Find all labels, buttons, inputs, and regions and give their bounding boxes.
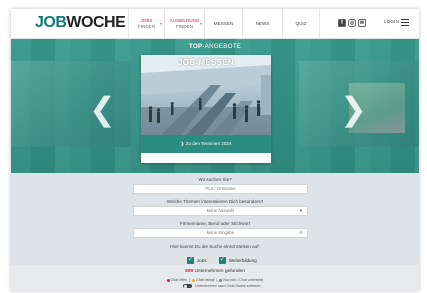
weiterbildung-checkbox[interactable]: ✓ Weiterbildung <box>218 257 257 264</box>
offer-card-link[interactable]: ❯ Zu den Terminen 2024 <box>141 135 271 153</box>
legend-item: Chat offen <box>170 278 188 282</box>
legend-item: Chat belegt <box>196 278 215 282</box>
offer-card[interactable]: JOB-MESSEN ❯ Zu den Terminen 2024 <box>141 55 271 163</box>
chevron-down-icon: ▾ <box>159 21 162 26</box>
location-input[interactable]: PLZ / Ortsname <box>133 184 308 194</box>
keyword-input-placeholder: keine Eingabe <box>206 230 235 235</box>
nav-jobs-finden[interactable]: JOBS FINDEN ▾ <box>128 9 164 39</box>
logo-woche: WOCHE <box>66 14 126 31</box>
nav-quiz[interactable]: QUIZ <box>282 9 320 39</box>
results-bar: 609 Unternehmen gefunden Chat offen | Ch… <box>11 265 419 291</box>
nav-label: NEWS <box>255 21 270 27</box>
keyword-label: Firmenname, Beruf oder Stichwort <box>180 221 250 226</box>
sort-by-chat-status: Unternehmen nach Chat-Status sortieren <box>183 284 261 288</box>
section-title: TOP-ANGEBOTE <box>11 43 419 50</box>
offer-card-title: JOB-MESSEN <box>178 58 234 67</box>
results-count: 609 Unternehmen gefunden <box>11 269 419 274</box>
hamburger-menu-icon[interactable] <box>401 19 409 26</box>
nav-messen[interactable]: MESSEN <box>204 9 242 39</box>
nav-news[interactable]: NEWS <box>242 9 282 39</box>
filter-label: Hier kannst Du die Suche einschränken au… <box>170 244 260 249</box>
filter-checkboxes: ✓ Jobs ✓ Weiterbildung <box>187 257 257 264</box>
weiterbildung-checkbox-label: Weiterbildung <box>228 258 257 263</box>
mail-icon[interactable]: ✉ <box>358 19 366 27</box>
page: JOBWOCHE JOBS FINDEN ▾ AUSBILDUNG FINDEN… <box>11 9 419 291</box>
nav-ausbildung-finden[interactable]: AUSBILDUNG FINDEN ▾ <box>164 9 204 39</box>
status-dot-red-icon <box>166 278 170 282</box>
jobs-checkbox-label: Jobs <box>197 258 207 263</box>
logo-job: JOB <box>35 14 67 31</box>
nav-sublabel: FINDEN <box>175 24 194 29</box>
sort-toggle[interactable] <box>183 284 192 288</box>
nav-sublabel: FINDEN <box>137 24 156 29</box>
main-nav: JOBS FINDEN ▾ AUSBILDUNG FINDEN ▾ MESSEN… <box>128 9 320 39</box>
social-links: f ◎ ✉ <box>338 19 366 27</box>
chevron-down-icon: ▾ <box>199 21 202 26</box>
nav-label: QUIZ <box>295 21 307 27</box>
topics-select[interactable]: keine Auswahl ▼ <box>133 206 308 216</box>
search-panel: Wo suchen Sie? PLZ / Ortsname Welche The… <box>11 173 419 265</box>
chevron-down-icon: ▼ <box>299 208 303 213</box>
jobs-checkbox[interactable]: ✓ Jobs <box>187 257 207 264</box>
title-bold: TOP <box>188 43 203 50</box>
sort-toggle-label: Unternehmen nach Chat-Status sortieren <box>195 284 261 288</box>
checkmark-icon: ✓ <box>187 257 194 264</box>
carousel-next-arrow-icon[interactable]: ❯ <box>340 93 367 125</box>
results-count-number: 609 <box>185 269 194 274</box>
legend-item: Nur Info / Chat unbesetzt <box>223 278 264 282</box>
logo[interactable]: JOBWOCHE <box>35 14 126 32</box>
offer-card-image: JOB-MESSEN <box>141 55 271 135</box>
top-offers-carousel: TOP-ANGEBOTE ❮ ❯ JOB-MESSEN ❯ Zu den Ter… <box>11 39 419 173</box>
instagram-icon[interactable]: ◎ <box>348 19 356 27</box>
checkmark-icon: ✓ <box>218 257 226 264</box>
keyword-input[interactable]: keine Eingabe ⊗ <box>133 228 308 238</box>
nav-label: MESSEN <box>213 21 234 27</box>
status-dot-grey-icon <box>219 278 223 282</box>
site-header: JOBWOCHE JOBS FINDEN ▾ AUSBILDUNG FINDEN… <box>11 9 419 39</box>
chat-status-legend: Chat offen | Chat belegt | Nur Info / Ch… <box>11 278 419 282</box>
location-label: Wo suchen Sie? <box>198 177 232 182</box>
carousel-prev-arrow-icon[interactable]: ❮ <box>89 93 116 125</box>
facebook-icon[interactable]: f <box>338 19 346 27</box>
clear-icon[interactable]: ⊗ <box>299 229 303 237</box>
topics-select-value: keine Auswahl <box>206 208 235 213</box>
status-dot-yellow-icon <box>192 278 196 282</box>
topics-label: Welche Themen interessieren Dich besonde… <box>166 199 264 204</box>
results-count-text: Unternehmen gefunden <box>194 269 245 274</box>
title-rest: -ANGEBOTE <box>202 43 242 50</box>
login-link[interactable]: LOGIN <box>384 20 399 25</box>
